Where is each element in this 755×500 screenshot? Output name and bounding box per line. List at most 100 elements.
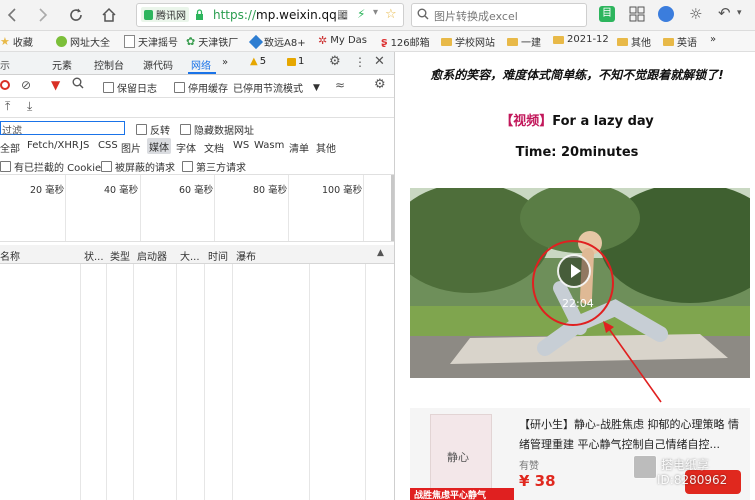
search-network-icon[interactable] bbox=[72, 77, 84, 92]
network-settings-icon[interactable]: ⚙ bbox=[374, 77, 386, 92]
col-time[interactable]: 时间 bbox=[208, 248, 228, 263]
bookmark-item[interactable]: 天津摇号 bbox=[124, 34, 178, 49]
preserve-log-toggle[interactable]: 保留日志 bbox=[103, 80, 157, 95]
tab-sources[interactable]: 源代码 bbox=[143, 57, 173, 72]
undo-dropdown-icon[interactable]: ▾ bbox=[737, 8, 742, 18]
disable-cache-label: 停用缓存 bbox=[188, 84, 228, 95]
apps-grid-icon[interactable] bbox=[629, 6, 645, 25]
type-filter-js[interactable]: JS bbox=[80, 140, 89, 151]
lightning-icon[interactable]: ⚡ bbox=[357, 7, 365, 21]
throttle-select[interactable]: 已停用节流模式 ▼ bbox=[233, 80, 320, 96]
tab-more[interactable]: » bbox=[222, 57, 228, 68]
type-filter-xhr[interactable]: Fetch/XHR bbox=[27, 140, 79, 151]
filter-funnel-icon[interactable]: ▼ bbox=[51, 78, 60, 92]
bookmark-item[interactable]: ★ 收藏 bbox=[0, 34, 33, 49]
kebab-menu-icon[interactable]: ⋮ bbox=[354, 55, 366, 69]
back-icon[interactable] bbox=[2, 5, 22, 25]
bookmark-item[interactable]: 2021-12 bbox=[553, 34, 609, 45]
close-devtools-icon[interactable]: ✕ bbox=[374, 54, 385, 69]
chevron-down-icon: ▼ bbox=[313, 82, 320, 93]
network-toolbar: ⊘ ▼ 保留日志 停用缓存 已停用节流模式 ▼ ≈ ⚙ bbox=[0, 75, 394, 98]
type-filter-img[interactable]: 图片 bbox=[121, 140, 141, 155]
sort-up-icon[interactable]: ▲ bbox=[377, 248, 384, 258]
bookmark-item[interactable]: 一建 bbox=[507, 34, 541, 49]
bookmark-item[interactable]: 致远A8+ bbox=[248, 34, 306, 49]
bookmark-item[interactable]: ✲ My Das bbox=[318, 34, 367, 47]
active-tab-indicator bbox=[188, 72, 216, 74]
forward-icon[interactable] bbox=[33, 5, 53, 25]
bookmark-label: 天津铁厂 bbox=[198, 38, 239, 49]
blocked-cookies-toggle[interactable]: 有已拦截的 Cookie bbox=[0, 159, 101, 174]
col-type[interactable]: 类型 bbox=[110, 248, 130, 263]
export-har-icon[interactable]: ⤓ bbox=[27, 99, 32, 114]
bookmark-star-icon[interactable]: ☆ bbox=[385, 7, 397, 22]
address-bar[interactable]: 腾讯网 https://mp.weixin.qq.c ▦ ⚡ ▾ ☆ bbox=[136, 3, 404, 27]
extension-green-icon[interactable]: 目 bbox=[599, 6, 615, 22]
checkbox[interactable] bbox=[174, 82, 185, 93]
tab-sources-partial[interactable]: 示 bbox=[0, 57, 10, 72]
col-name[interactable]: 名称 bbox=[0, 248, 20, 263]
third-party-toggle[interactable]: 第三方请求 bbox=[182, 159, 246, 174]
network-timeline[interactable]: 20 毫秒 40 毫秒 60 毫秒 80 毫秒 100 毫秒 bbox=[0, 175, 394, 242]
clear-icon[interactable]: ⊘ bbox=[21, 78, 31, 92]
bookmarks-more[interactable]: » bbox=[710, 34, 716, 45]
checkbox[interactable] bbox=[182, 161, 193, 172]
tab-elements[interactable]: 元素 bbox=[52, 57, 72, 72]
bookmark-label: 一建 bbox=[521, 38, 541, 49]
book-cover-title: 静心 bbox=[447, 451, 469, 464]
type-filter-other[interactable]: 其他 bbox=[316, 140, 336, 155]
type-filter-font[interactable]: 字体 bbox=[176, 140, 196, 155]
ad-title[interactable]: 【研小生】静心-战胜焦虑 抑郁的心理策略 情绪管理重建 平心静气控制自己情绪自控… bbox=[519, 415, 741, 455]
type-filter-wasm[interactable]: Wasm bbox=[254, 140, 284, 151]
reload-icon[interactable] bbox=[66, 5, 86, 25]
video-player[interactable]: 22:04 bbox=[410, 188, 750, 378]
mail-icon: ʂ bbox=[381, 35, 388, 48]
col-waterfall[interactable]: 瀑布 bbox=[236, 248, 256, 263]
warnings-badge[interactable]: ▲ 5 bbox=[250, 56, 266, 67]
col-status[interactable]: 状... bbox=[84, 248, 104, 263]
disable-cache-toggle[interactable]: 停用缓存 bbox=[174, 80, 228, 95]
blocked-requests-toggle[interactable]: 被屏蔽的请求 bbox=[101, 159, 175, 174]
col-initiator[interactable]: 启动器 bbox=[137, 248, 167, 263]
bookmark-item[interactable]: 网址大全 bbox=[56, 34, 110, 49]
column-divider bbox=[204, 264, 205, 500]
tab-console[interactable]: 控制台 bbox=[94, 57, 124, 72]
filter-input[interactable]: 过滤 bbox=[0, 121, 125, 137]
col-size[interactable]: 大... bbox=[180, 248, 200, 263]
messages-badge[interactable]: 1 bbox=[287, 56, 304, 67]
checkbox[interactable] bbox=[136, 124, 147, 135]
bookmark-item[interactable]: ʂ 126邮箱 bbox=[381, 34, 430, 49]
settings-gear-icon[interactable]: ⚙ bbox=[329, 54, 341, 69]
checkbox[interactable] bbox=[0, 161, 11, 172]
import-har-icon[interactable]: ⤒ bbox=[5, 99, 10, 114]
hide-data-urls-toggle[interactable]: 隐藏数据网址 bbox=[180, 122, 254, 137]
checkbox[interactable] bbox=[103, 82, 114, 93]
bookmark-item[interactable]: ✿ 天津铁厂 bbox=[186, 34, 238, 49]
dropdown-icon[interactable]: ▾ bbox=[373, 7, 378, 18]
bookmark-item[interactable]: 其他 bbox=[617, 34, 651, 49]
translate-icon[interactable] bbox=[658, 6, 674, 22]
invert-toggle[interactable]: 反转 bbox=[136, 122, 170, 137]
record-icon[interactable] bbox=[0, 80, 10, 90]
home-icon[interactable] bbox=[99, 5, 119, 25]
brightness-icon[interactable]: ☼ bbox=[689, 5, 702, 23]
timeline-tick: 20 毫秒 bbox=[30, 185, 65, 196]
bookmark-item[interactable]: 英语 bbox=[663, 34, 697, 49]
type-filter-css[interactable]: CSS bbox=[98, 140, 118, 151]
type-filter-all[interactable]: 全部 bbox=[0, 140, 20, 155]
checkbox[interactable] bbox=[101, 161, 112, 172]
timeline-scroll[interactable] bbox=[391, 175, 394, 241]
checkbox[interactable] bbox=[180, 124, 191, 135]
site-identity-chip[interactable]: 腾讯网 bbox=[141, 7, 189, 22]
type-filter-manifest[interactable]: 清单 bbox=[289, 140, 309, 155]
type-filter-doc[interactable]: 文档 bbox=[204, 140, 224, 155]
grid-apps-icon[interactable]: ▦ bbox=[337, 7, 348, 21]
type-filter-media[interactable]: 媒体 bbox=[147, 138, 171, 154]
bookmark-item[interactable]: 学校网站 bbox=[441, 34, 495, 49]
network-conditions-icon[interactable]: ≈ bbox=[335, 78, 345, 92]
undo-icon[interactable]: ↶ bbox=[718, 4, 731, 22]
search-box[interactable]: 图片转换成excel bbox=[411, 3, 587, 27]
type-filter-ws[interactable]: WS bbox=[233, 140, 249, 151]
grid-line bbox=[65, 175, 66, 241]
tab-network[interactable]: 网络 bbox=[191, 57, 211, 72]
